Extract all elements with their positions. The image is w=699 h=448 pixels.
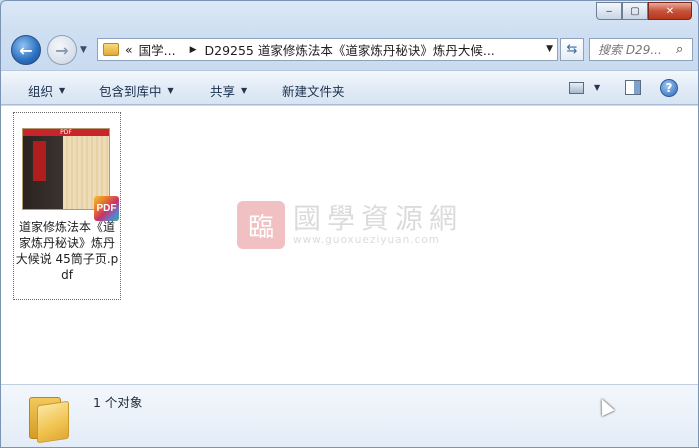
command-bar: 组织 ▼ 包含到库中 ▼ 共享 ▼ 新建文件夹 ▼ ?	[1, 70, 698, 105]
search-icon[interactable]: ⌕	[676, 42, 683, 57]
folder-icon	[29, 391, 71, 444]
view-options-dropdown[interactable]: ▼	[594, 83, 600, 92]
arrow-right-icon: →	[55, 40, 69, 60]
breadcrumb-item[interactable]: 国学...	[139, 40, 176, 59]
back-button[interactable]: ←	[11, 35, 41, 65]
details-pane: 1 个对象	[1, 384, 698, 447]
new-folder-label: 新建文件夹	[282, 84, 345, 99]
organize-menu[interactable]: 组织 ▼	[28, 81, 65, 100]
search-input[interactable]	[598, 42, 676, 57]
watermark-seal-icon: 臨	[237, 201, 285, 249]
preview-pane-icon[interactable]	[625, 80, 641, 95]
thumbnail-header: PDF	[23, 129, 109, 136]
help-icon[interactable]: ?	[660, 79, 678, 97]
new-folder-button[interactable]: 新建文件夹	[282, 81, 345, 100]
recent-pages-dropdown[interactable]: ▼	[80, 45, 87, 55]
address-dropdown-icon[interactable]: ▼	[546, 44, 553, 54]
pdf-file-icon: PDF	[94, 196, 119, 221]
chevron-down-icon: ▼	[59, 86, 66, 95]
share-label: 共享	[210, 84, 236, 99]
breadcrumb-item-current[interactable]: D29255 道家修炼法本《道家炼丹秘诀》炼丹大候...	[205, 40, 495, 59]
chevron-down-icon: ▼	[241, 86, 248, 95]
folder-icon	[103, 43, 119, 56]
folder-front	[37, 400, 69, 444]
refresh-button[interactable]: ⇆	[560, 38, 584, 61]
chevron-down-icon: ▼	[167, 86, 174, 95]
close-button[interactable]: ✕	[648, 2, 692, 20]
file-name[interactable]: 道家修炼法本《道家炼丹秘诀》炼丹大候说 45筒子页.pdf	[14, 219, 120, 283]
watermark-text: 國學資源網 www.guoxueziyuan.com	[293, 202, 464, 247]
share-menu[interactable]: 共享 ▼	[210, 81, 247, 100]
search-box[interactable]: ⌕	[589, 38, 693, 61]
breadcrumb-overflow[interactable]: «	[125, 42, 133, 57]
maximize-button[interactable]: ▢	[622, 2, 648, 20]
watermark-title: 國學資源網	[293, 202, 464, 235]
address-bar[interactable]: « 国学... ▶ D29255 道家修炼法本《道家炼丹秘诀》炼丹大候... ▼	[97, 38, 558, 61]
forward-button[interactable]: →	[47, 35, 77, 65]
watermark-url: www.guoxueziyuan.com	[293, 234, 441, 246]
watermark: 臨 國學資源網 www.guoxueziyuan.com	[237, 201, 463, 249]
window-controls: ‒ ▢ ✕	[596, 2, 692, 20]
refresh-icon: ⇆	[566, 42, 578, 57]
book-title-label	[33, 141, 46, 181]
change-view-icon[interactable]	[569, 82, 584, 94]
include-library-menu[interactable]: 包含到库中 ▼	[99, 81, 174, 100]
include-library-label: 包含到库中	[99, 84, 162, 99]
breadcrumb-separator-icon[interactable]: ▶	[190, 45, 197, 55]
file-list-area[interactable]: PDF PDF 道家修炼法本《道家炼丹秘诀》炼丹大候说 45筒子页.pdf 臨 …	[1, 106, 698, 384]
organize-label: 组织	[28, 84, 54, 99]
item-count: 1 个对象	[93, 395, 143, 410]
minimize-button[interactable]: ‒	[596, 2, 622, 20]
arrow-left-icon: ←	[19, 40, 33, 60]
file-item[interactable]: PDF PDF 道家修炼法本《道家炼丹秘诀》炼丹大候说 45筒子页.pdf	[13, 112, 121, 300]
